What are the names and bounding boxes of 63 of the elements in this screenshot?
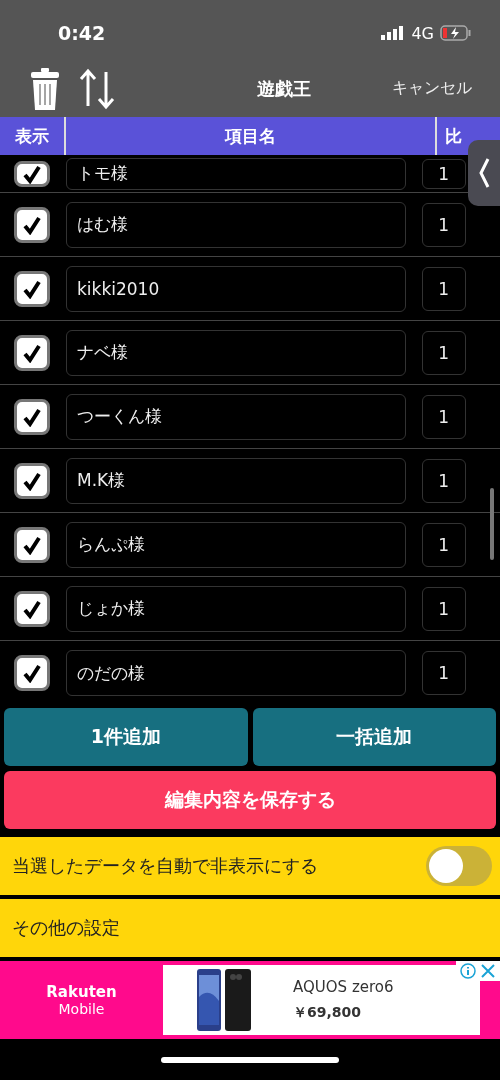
ad-banner[interactable]: Rakuten Mobile AQUOS zero6 ￥69,800 [0, 961, 500, 1039]
ratio-field[interactable]: 1 [422, 158, 466, 189]
check-icon [22, 406, 42, 427]
checkbox[interactable] [14, 398, 50, 435]
signal-icon [381, 26, 406, 40]
checkbox[interactable] [14, 270, 50, 307]
name-field[interactable]: つーくん様 [66, 393, 406, 440]
side-drawer-handle[interactable] [468, 140, 500, 206]
ratio-field[interactable]: 1 [422, 202, 466, 247]
check-icon [22, 534, 42, 555]
checkbox[interactable] [14, 655, 50, 691]
chevron-left-icon [478, 157, 490, 189]
ratio-field[interactable]: 1 [422, 586, 466, 631]
settings-link[interactable]: その他の設定 [0, 899, 500, 957]
cancel-button[interactable]: キャンセル [392, 78, 472, 99]
bulk-add-button[interactable]: 一括追加 [252, 708, 496, 766]
toggle-switch[interactable] [426, 846, 492, 886]
check-icon [22, 598, 42, 619]
brand-name: Rakuten [46, 983, 117, 1001]
scrollbar [490, 488, 494, 560]
ratio-field[interactable]: 1 [422, 651, 466, 695]
setting-label: その他の設定 [12, 916, 120, 940]
battery-icon [440, 25, 472, 41]
column-header: 項目名 [64, 117, 435, 155]
close-icon[interactable] [480, 963, 496, 979]
name-field[interactable]: ナベ様 [66, 329, 406, 376]
ratio-field[interactable]: 1 [422, 522, 466, 567]
check-icon [22, 663, 42, 683]
add-one-button[interactable]: 1件追加 [4, 708, 248, 766]
name-field[interactable]: トモ様 [66, 157, 406, 190]
save-button[interactable]: 編集内容を保存する [4, 771, 496, 829]
brand-subtitle: Mobile [58, 1001, 105, 1017]
ratio-field[interactable]: 1 [422, 394, 466, 439]
checkbox[interactable] [14, 334, 50, 371]
ratio-field[interactable]: 1 [422, 458, 466, 503]
network-label: 4G [411, 23, 434, 43]
name-field[interactable]: らんぷ様 [66, 521, 406, 568]
name-field[interactable]: はむ様 [66, 201, 406, 248]
ratio-field[interactable]: 1 [422, 330, 466, 375]
product-name: AQUOS zero6 [293, 978, 394, 996]
clock: 0:42 [58, 22, 106, 44]
check-icon [22, 278, 42, 299]
name-field[interactable]: のだの様 [66, 650, 406, 696]
check-icon [22, 470, 42, 491]
name-field[interactable]: じょか様 [66, 585, 406, 632]
info-icon[interactable] [460, 963, 476, 979]
check-icon [22, 163, 42, 184]
product-price: ￥69,800 [293, 1004, 363, 1022]
check-icon [22, 214, 42, 235]
delete-button[interactable] [30, 67, 60, 110]
checkbox[interactable] [14, 462, 50, 499]
ratio-field[interactable]: 1 [422, 266, 466, 311]
column-header: 表示 [14, 124, 50, 148]
checkbox[interactable] [14, 206, 50, 243]
check-icon [22, 342, 42, 363]
name-field[interactable]: kikki2010 [66, 265, 406, 312]
name-field[interactable]: M.K様 [66, 457, 406, 504]
setting-label: 当選したデータを自動で非表示にする [12, 854, 318, 878]
checkbox[interactable] [14, 590, 50, 627]
nav-title: 遊戯王 [256, 76, 312, 101]
checkbox[interactable] [14, 526, 50, 563]
checkbox[interactable] [14, 160, 50, 187]
trash-icon [30, 67, 60, 110]
